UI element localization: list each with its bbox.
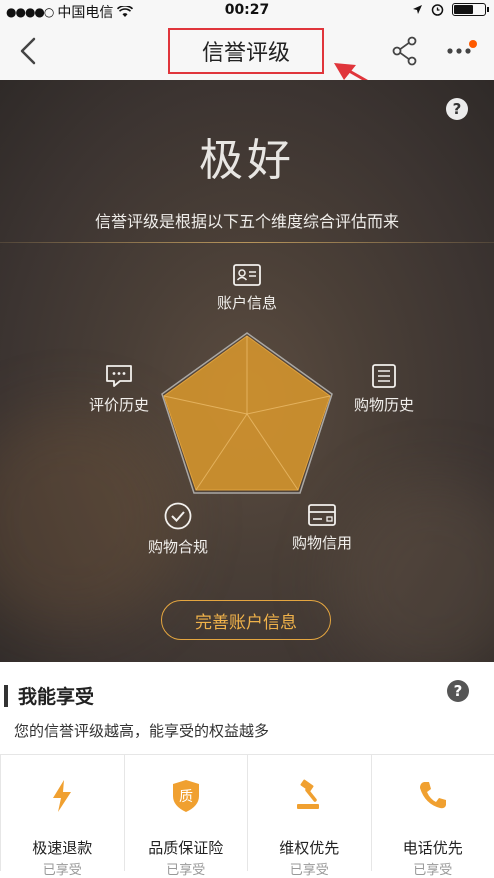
credit-rating-panel: ? 极好 信誉评级是根据以下五个维度综合评估而来 账户信息 购物历史 购物信用 … (0, 80, 494, 662)
dimension-shopping-compliance: 购物合规 (138, 502, 218, 557)
back-arrow-icon[interactable] (14, 35, 42, 67)
section-marker (4, 685, 8, 707)
benefits-subtitle: 您的信誉评级越高，能享受的权益越多 (14, 720, 269, 741)
id-card-icon (233, 264, 261, 286)
quality-badge-icon: 质 (171, 779, 201, 813)
page-title: 信誉评级 (168, 28, 324, 74)
dimension-shopping-credit: 购物信用 (282, 504, 362, 553)
benefit-rights-priority[interactable]: 维权优先 已享受 (248, 755, 372, 871)
complete-account-info-button[interactable]: 完善账户信息 (161, 600, 331, 640)
benefits-section: 我能享受 ? 您的信誉评级越高，能享受的权益越多 极速退款 已享受 质 品质保证… (0, 662, 494, 870)
status-bar: ●●●●○ 中国电信 00:27 (0, 0, 494, 22)
gavel-icon (293, 779, 325, 811)
benefit-quality-insurance[interactable]: 质 品质保证险 已享受 (125, 755, 249, 871)
svg-text:质: 质 (179, 789, 193, 805)
dimension-account-info: 账户信息 (207, 264, 287, 313)
benefits-header: 我能享受 (0, 682, 94, 709)
alarm-icon (431, 3, 444, 16)
benefits-grid: 极速退款 已享受 质 品质保证险 已享受 维权优先 已享受 电话优先 已享受 (0, 754, 494, 871)
location-arrow-icon (412, 4, 423, 15)
comment-icon (105, 364, 133, 388)
share-icon[interactable] (392, 36, 418, 66)
list-icon (372, 364, 396, 388)
nav-bar: 信誉评级 (0, 22, 494, 80)
benefit-phone-priority[interactable]: 电话优先 已享受 (372, 755, 494, 871)
benefits-help-icon[interactable]: ? (447, 680, 469, 702)
phone-icon (417, 779, 449, 811)
dimension-shopping-history: 购物历史 (344, 364, 424, 415)
benefit-fast-refund[interactable]: 极速退款 已享受 (0, 755, 125, 871)
benefits-title: 我能享受 (18, 682, 94, 709)
battery-icon (452, 3, 486, 16)
dimension-review-history: 评价历史 (79, 364, 159, 415)
credit-card-icon (308, 504, 336, 526)
lightning-icon (50, 779, 74, 813)
more-options-icon[interactable] (446, 40, 478, 60)
check-circle-icon (164, 502, 192, 530)
